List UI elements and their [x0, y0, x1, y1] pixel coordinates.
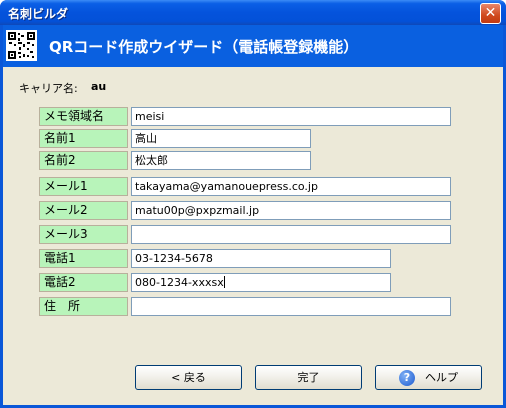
help-button-label: ヘルプ — [425, 371, 458, 384]
field-label-name2: 名前2 — [39, 151, 128, 170]
field-label-mail3: メール3 — [39, 225, 128, 244]
field-label-address: 住 所 — [39, 297, 128, 316]
field-label-memo: メモ領域名 — [39, 107, 128, 126]
wizard-banner: QRコード作成ウイザード（電話帳登録機能） — [3, 25, 503, 67]
name1-field[interactable]: 高山 — [131, 129, 311, 148]
finish-button[interactable]: 完了 — [255, 365, 362, 390]
field-label-name1: 名前1 — [39, 129, 128, 148]
name2-field[interactable]: 松太郎 — [131, 151, 311, 170]
back-button[interactable]: < 戻る — [135, 365, 242, 390]
close-button[interactable]: ✕ — [480, 3, 501, 24]
field-label-phone2: 電話2 — [39, 273, 128, 292]
field-label-mail1: メール1 — [39, 177, 128, 196]
title-bar[interactable]: 名刺ビルダ ✕ — [0, 0, 506, 25]
field-label-phone1: 電話1 — [39, 249, 128, 268]
help-button[interactable]: ? ヘルプ — [375, 365, 482, 390]
field-label-mail2: メール2 — [39, 201, 128, 220]
address-field[interactable] — [131, 297, 451, 316]
mail3-field[interactable] — [131, 225, 451, 244]
window-title: 名刺ビルダ — [8, 7, 69, 21]
mail2-field[interactable]: matu00p@pxpzmail.jp — [131, 201, 451, 220]
dialog-body: QRコード作成ウイザード（電話帳登録機能） キャリア名: au メモ領域名 me… — [3, 25, 503, 405]
wizard-heading: QRコード作成ウイザード（電話帳登録機能） — [49, 38, 359, 56]
carrier-value: au — [91, 80, 107, 93]
phone2-field[interactable]: 080-1234-xxxsx — [131, 273, 391, 292]
phone2-value: 080-1234-xxxsx — [135, 276, 224, 289]
dialog-window: 名刺ビルダ ✕ QRコード作成ウイザード（電話帳登録機能） キャリア名: au … — [0, 0, 506, 408]
text-caret — [223, 276, 225, 288]
qr-code-icon — [6, 30, 37, 61]
carrier-label: キャリア名: — [19, 82, 78, 95]
mail1-field[interactable]: takayama@yamanouepress.co.jp — [131, 177, 451, 196]
memo-field[interactable]: meisi — [131, 107, 451, 126]
help-icon: ? — [399, 370, 415, 386]
phone1-field[interactable]: 03-1234-5678 — [131, 249, 391, 268]
